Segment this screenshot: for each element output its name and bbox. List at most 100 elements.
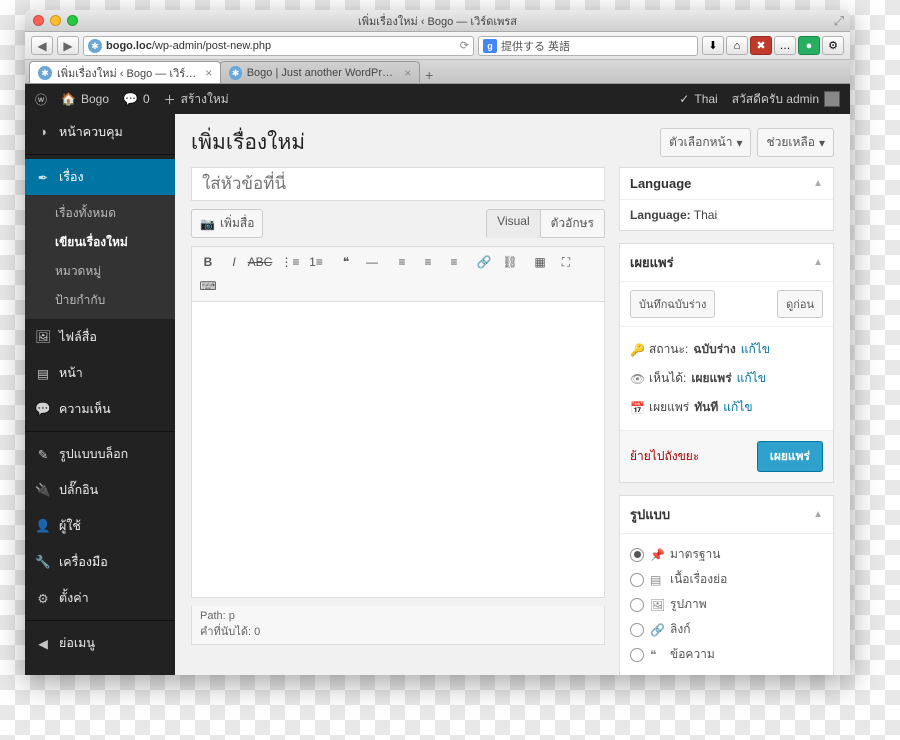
submenu-all-posts[interactable]: เรื่องทั้งหมด — [25, 199, 175, 228]
minimize-icon[interactable] — [50, 15, 61, 26]
add-media-button[interactable]: 📷เพิ่มสื่อ — [191, 209, 263, 238]
page-icon: ▤ — [35, 366, 51, 381]
align-left-button[interactable]: ≡ — [390, 251, 414, 273]
unlink-button[interactable]: ⛓ — [498, 251, 522, 273]
submenu-new-post[interactable]: เขียนเรื่องใหม่ — [25, 228, 175, 257]
back-button[interactable]: ◀ — [31, 36, 53, 55]
align-right-button[interactable]: ≡ — [442, 251, 466, 273]
tab-text[interactable]: ตัวอักษร — [541, 209, 605, 238]
tab-visual[interactable]: Visual — [486, 209, 540, 238]
favicon-icon: ✱ — [38, 66, 52, 80]
editor-body[interactable] — [192, 302, 604, 597]
avatar-icon — [824, 91, 840, 107]
box-header[interactable]: รูปแบบ▲ — [620, 496, 833, 534]
box-header[interactable]: เผยแพร่▲ — [620, 244, 833, 282]
edit-status-link[interactable]: แก้ไข — [741, 340, 770, 359]
quote-icon: ❝ — [650, 648, 664, 662]
bold-button[interactable]: B — [196, 251, 220, 273]
hr-button[interactable]: — — [360, 251, 384, 273]
pin-icon: 📌 — [650, 548, 664, 562]
search-hint: 提供する 英語 — [501, 38, 570, 54]
align-center-button[interactable]: ≡ — [416, 251, 440, 273]
screen-options-button[interactable]: ตัวเลือกหน้า ▾ — [660, 128, 751, 157]
edit-visibility-link[interactable]: แก้ไข — [737, 369, 766, 388]
menu-settings[interactable]: ⚙ตั้งค่า — [25, 580, 175, 616]
menu-media[interactable]: 🖼ไฟล์สื่อ — [25, 319, 175, 355]
move-to-trash-link[interactable]: ย้ายไปถังขยะ — [630, 447, 699, 466]
italic-button[interactable]: I — [222, 251, 246, 273]
format-option-quote[interactable]: ❝ข้อความ — [630, 642, 823, 667]
browser-tab[interactable]: ✱ เพิ่มเรื่องใหม่ ‹ Bogo — เวิร์… × — [29, 61, 221, 83]
ext-block-icon[interactable]: ✖ — [750, 36, 772, 55]
address-bar[interactable]: ✱ bogo.loc/wp-admin/post-new.php ⟳ — [83, 36, 474, 56]
menu-plugins[interactable]: 🔌ปลั๊กอิน — [25, 472, 175, 508]
wp-body: ◑หน้าควบคุม ✒เรื่อง เรื่องทั้งหมด เขียนเ… — [25, 114, 850, 675]
forward-button[interactable]: ▶ — [57, 36, 79, 55]
user-icon: 👤 — [35, 519, 51, 534]
browser-tab[interactable]: ✱ Bogo | Just another WordPress … × — [220, 61, 420, 83]
more-button[interactable]: ▦ — [528, 251, 552, 273]
toolbar-toggle-button[interactable]: ⌨ — [196, 275, 220, 297]
ext-share-icon[interactable]: ● — [798, 36, 820, 55]
chevron-down-icon: ▾ — [736, 136, 742, 150]
fullscreen-button[interactable]: ⛶ — [554, 251, 578, 273]
ext-home-icon[interactable]: ⌂ — [726, 36, 748, 55]
menu-pages[interactable]: ▤หน้า — [25, 355, 175, 391]
link-button[interactable]: 🔗 — [472, 251, 496, 273]
help-button[interactable]: ช่วยเหลือ ▾ — [757, 128, 834, 157]
ol-button[interactable]: 1≡ — [304, 251, 328, 273]
globe-icon: ✱ — [88, 39, 102, 53]
ext-settings-icon[interactable]: ⚙ — [822, 36, 844, 55]
new-content-link[interactable]: ＋ สร้างใหม่ — [164, 90, 229, 109]
reload-icon[interactable]: ⟳ — [460, 39, 469, 52]
camera-icon: 📷 — [200, 217, 215, 231]
calendar-icon: 📅 — [630, 401, 644, 415]
menu-posts[interactable]: ✒เรื่อง — [25, 159, 175, 195]
wp-logo-icon[interactable]: ⓦ — [35, 91, 47, 108]
expand-icon[interactable]: ⤢ — [834, 13, 844, 29]
menu-dashboard[interactable]: ◑หน้าควบคุม — [25, 114, 175, 150]
menu-appearance[interactable]: ✎รูปแบบบล็อก — [25, 436, 175, 472]
browser-window: เพิ่มเรื่องใหม่ ‹ Bogo — เวิร์ดเพรส ⤢ ◀ … — [25, 10, 850, 675]
menu-collapse[interactable]: ◀ย่อเมนู — [25, 625, 175, 661]
box-header[interactable]: Language▲ — [620, 168, 833, 200]
menu-comments[interactable]: 💬ความเห็น — [25, 391, 175, 427]
quote-button[interactable]: ❝ — [334, 251, 358, 273]
format-option-image[interactable]: 🖼รูปภาพ — [630, 592, 823, 617]
box-language: Language▲ Language: Thai — [619, 167, 834, 231]
submenu-categories[interactable]: หมวดหมู่ — [25, 257, 175, 286]
strike-button[interactable]: ABC — [248, 251, 272, 273]
user-greeting[interactable]: สวัสดีครับ admin — [732, 90, 840, 109]
tab-close-icon[interactable]: × — [404, 66, 411, 80]
chevron-up-icon: ▲ — [813, 509, 823, 520]
close-icon[interactable] — [33, 15, 44, 26]
search-field[interactable]: g 提供する 英語 — [478, 36, 698, 56]
menu-tools[interactable]: 🔧เครื่องมือ — [25, 544, 175, 580]
traffic-lights[interactable] — [33, 15, 78, 26]
comments-link[interactable]: 💬 0 — [123, 92, 150, 106]
publish-button[interactable]: เผยแพร่ — [757, 441, 823, 472]
zoom-icon[interactable] — [67, 15, 78, 26]
language-indicator[interactable]: ✓ Thai — [679, 92, 717, 106]
edit-schedule-link[interactable]: แก้ไข — [723, 398, 752, 417]
editor-toolbar: B I ABC ⋮≡ 1≡ ❝ — ≡ ≡ ≡ 🔗 — [192, 247, 604, 302]
ul-button[interactable]: ⋮≡ — [278, 251, 302, 273]
collapse-icon: ◀ — [35, 636, 51, 651]
ext-more-icon[interactable]: … — [774, 36, 796, 55]
submenu-tags[interactable]: ป้ายกำกับ — [25, 286, 175, 315]
image-icon: 🖼 — [650, 598, 664, 612]
menu-users[interactable]: 👤ผู้ใช้ — [25, 508, 175, 544]
format-option-link[interactable]: 🔗ลิงก์ — [630, 617, 823, 642]
post-title-input[interactable] — [191, 167, 605, 201]
save-draft-button[interactable]: บันทึกฉบับร่าง — [630, 290, 715, 318]
tab-close-icon[interactable]: × — [205, 66, 212, 80]
format-option-aside[interactable]: ▤เนื้อเรื่องย่อ — [630, 567, 823, 592]
site-link[interactable]: 🏠 Bogo — [61, 92, 109, 106]
new-tab-button[interactable]: + — [419, 67, 439, 83]
window-title: เพิ่มเรื่องใหม่ ‹ Bogo — เวิร์ดเพรส — [25, 12, 850, 30]
preview-button[interactable]: ดูก่อน — [777, 290, 823, 318]
format-option-standard[interactable]: 📌มาตรฐาน — [630, 542, 823, 567]
ext-download-icon[interactable]: ⬇ — [702, 36, 724, 55]
url-text: bogo.loc/wp-admin/post-new.php — [106, 40, 271, 52]
main-area: เพิ่มเรื่องใหม่ ตัวเลือกหน้า ▾ ช่วยเหลือ… — [175, 114, 850, 675]
